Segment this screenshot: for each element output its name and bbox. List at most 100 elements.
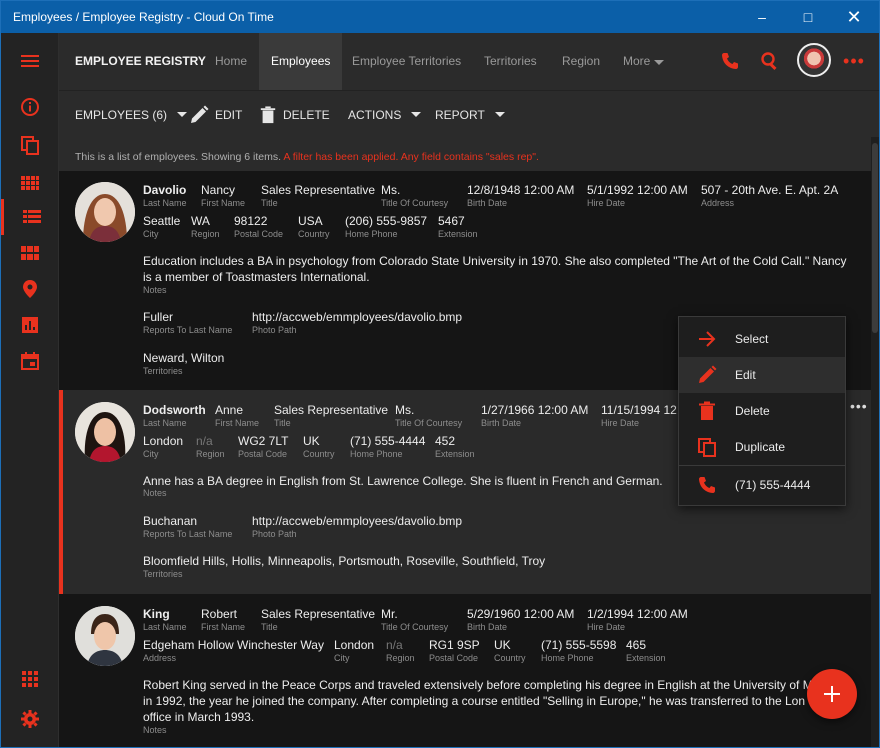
city-label: City: [334, 653, 350, 663]
menu-item-select[interactable]: Select: [679, 321, 845, 357]
list-scrollbar[interactable]: [871, 137, 879, 747]
trash-icon: [699, 401, 715, 420]
territories-value: Bloomfield Hills, Hollis, Minneapolis, P…: [143, 554, 546, 568]
title-value: Sales Representative: [261, 607, 376, 621]
phone-icon[interactable]: [719, 50, 741, 72]
menu-item-delete[interactable]: Delete: [679, 393, 845, 429]
hire-date-label: Hire Date: [601, 418, 640, 428]
menu-item-delete-label: Delete: [735, 404, 770, 418]
minimize-icon[interactable]: –: [739, 1, 785, 33]
territories-label: Territories: [143, 366, 183, 376]
delete-label: DELETE: [283, 107, 330, 122]
courtesy-value: Ms.: [395, 403, 415, 417]
grid-icon[interactable]: [1, 165, 59, 201]
address-value: 507 - 20th Ave. E. Apt. 2A: [701, 183, 839, 197]
search-icon[interactable]: [759, 50, 781, 72]
notes-label: Notes: [143, 725, 167, 735]
hire-date-value: 11/15/1994 12: [601, 403, 677, 417]
calendar-icon[interactable]: [1, 343, 59, 379]
reports-to-label: Reports To Last Name: [143, 529, 233, 539]
settings-gear-icon[interactable]: [1, 701, 59, 737]
hire-date-value: 1/2/1994 12:00 AM: [587, 607, 688, 621]
menu-item-duplicate[interactable]: Duplicate: [679, 429, 845, 465]
last-name-value: Davolio: [143, 183, 187, 197]
hamburger-menu-icon[interactable]: [1, 43, 59, 79]
first-name-value: Robert: [201, 607, 238, 621]
actions-dropdown[interactable]: ACTIONS: [348, 91, 422, 138]
home-phone-value[interactable]: (206) 555-9857: [345, 214, 427, 228]
notes-line-3: office in March 1993.: [143, 710, 255, 724]
region-label: Region: [196, 449, 225, 459]
close-icon[interactable]: ✕: [831, 1, 877, 33]
menu-item-duplicate-label: Duplicate: [735, 440, 786, 454]
report-dropdown[interactable]: REPORT: [435, 91, 505, 138]
chevron-down-icon: [177, 112, 188, 117]
employee-photo: [75, 606, 135, 666]
courtesy-value: Mr.: [381, 607, 398, 621]
birth-date-value: 12/8/1948 12:00 AM: [467, 183, 575, 197]
birth-date-value: 5/29/1960 12:00 AM: [467, 607, 575, 621]
home-phone-value[interactable]: (71) 555-4444: [350, 434, 425, 448]
city-value: Seattle: [143, 214, 181, 228]
notes-line-1: Robert King served in the Peace Corps an…: [143, 678, 813, 692]
employees-view-dropdown[interactable]: EMPLOYEES (6): [75, 91, 188, 138]
report-label: REPORT: [435, 107, 485, 122]
city-label: City: [143, 449, 159, 459]
actions-label: ACTIONS: [348, 107, 402, 122]
last-name-label: Last Name: [143, 622, 187, 632]
country-value: UK: [494, 638, 511, 652]
row-more-options-icon[interactable]: •••: [850, 398, 868, 414]
tab-more[interactable]: More: [611, 33, 676, 90]
tab-employee-territories[interactable]: Employee Territories: [340, 33, 473, 90]
tab-home[interactable]: Home: [203, 33, 259, 90]
edit-label: EDIT: [215, 107, 243, 122]
list-view-icon[interactable]: [1, 199, 59, 235]
delete-button[interactable]: DELETE: [259, 91, 330, 138]
extension-label: Extension: [438, 229, 478, 239]
home-phone-label: Home Phone: [541, 653, 594, 663]
menu-item-edit[interactable]: Edit: [679, 357, 845, 393]
extension-value: 452: [435, 434, 456, 448]
extension-label: Extension: [435, 449, 475, 459]
territories-label: Territories: [143, 569, 183, 579]
courtesy-label: Title Of Courtesy: [381, 622, 449, 632]
chart-icon[interactable]: [1, 307, 59, 343]
maximize-icon[interactable]: □: [785, 1, 831, 33]
tab-territories[interactable]: Territories: [472, 33, 549, 90]
title-bar: Employees / Employee Registry - Cloud On…: [1, 1, 879, 33]
courtesy-label: Title Of Courtesy: [395, 418, 463, 428]
app-brand[interactable]: EMPLOYEE REGISTRY: [75, 54, 206, 68]
tab-employees[interactable]: Employees: [259, 33, 343, 90]
tiles-icon[interactable]: [1, 235, 59, 271]
reports-to-value: Buchanan: [143, 514, 198, 528]
country-label: Country: [298, 229, 330, 239]
title-value: Sales Representative: [274, 403, 389, 417]
reports-to-value: Fuller: [143, 310, 174, 324]
copy-icon[interactable]: [1, 127, 59, 163]
address-label: Address: [143, 653, 177, 663]
menu-item-call[interactable]: (71) 555-4444: [679, 467, 845, 503]
city-label: City: [143, 229, 159, 239]
home-phone-label: Home Phone: [350, 449, 403, 459]
user-avatar[interactable]: [797, 43, 831, 77]
filter-notice[interactable]: A filter has been applied. Any field con…: [283, 151, 539, 163]
scrollbar-thumb[interactable]: [872, 143, 878, 333]
region-label: Region: [191, 229, 220, 239]
tab-region[interactable]: Region: [550, 33, 612, 90]
region-value: n/a: [386, 638, 403, 652]
top-navigation: EMPLOYEE REGISTRY Home Employees Employe…: [59, 33, 879, 90]
first-name-value: Anne: [215, 403, 244, 417]
home-phone-value[interactable]: (71) 555-5598: [541, 638, 616, 652]
notes-label: Notes: [143, 285, 167, 295]
edit-button[interactable]: EDIT: [189, 91, 242, 138]
employee-card[interactable]: King Last Name Robert First Name Sales Rep…: [59, 594, 871, 747]
more-options-icon[interactable]: •••: [843, 50, 865, 72]
list-info-text: This is a list of employees. Showing 6 i…: [75, 151, 282, 163]
map-pin-icon[interactable]: [1, 271, 59, 307]
postal-code-label: Postal Code: [429, 653, 479, 663]
add-employee-button[interactable]: [807, 669, 857, 719]
birth-date-value: 1/27/1966 12:00 AM: [481, 403, 589, 417]
info-icon[interactable]: [1, 89, 59, 125]
list-info-bar: This is a list of employees. Showing 6 i…: [59, 137, 871, 171]
apps-icon[interactable]: [1, 661, 59, 697]
